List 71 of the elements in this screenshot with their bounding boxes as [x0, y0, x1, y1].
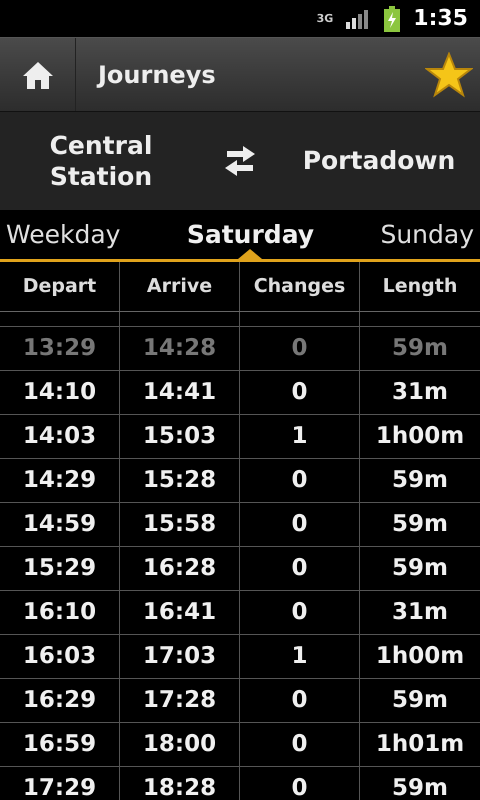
- table-cell-text: 59m: [392, 686, 448, 716]
- table-cell-text: 1h00m: [376, 422, 464, 452]
- table-cell-text: 0: [291, 466, 308, 496]
- table-cell-text: 1h01m: [376, 730, 464, 760]
- table-cell-text: 1: [291, 422, 308, 452]
- journey-row[interactable]: 16:59 18:00 0 1h01m: [0, 723, 480, 767]
- table-cell-text: 15:58: [142, 510, 216, 540]
- table-cell-text: 59m: [392, 774, 448, 800]
- table-cell-text: 0: [291, 686, 308, 716]
- table-cell-text: 1: [291, 642, 308, 672]
- table-cell-text: 59m: [392, 466, 448, 496]
- table-cell-text: 0: [291, 774, 308, 800]
- table-cell-text: 18:28: [142, 774, 216, 800]
- table-cell-text: 59m: [392, 554, 448, 584]
- network-type-label: 3G: [316, 13, 334, 24]
- table-cell-text: 14:59: [22, 510, 96, 540]
- day-tab[interactable]: Weekday: [0, 210, 126, 259]
- table-cell-text: 16:10: [22, 598, 96, 628]
- journey-row[interactable]: 16:29 17:28 0 59m: [0, 679, 480, 723]
- column-header: Length: [382, 274, 458, 300]
- table-cell-text: 0: [291, 554, 308, 584]
- day-tab[interactable]: Sunday: [374, 210, 480, 259]
- table-cell-text: 17:28: [142, 686, 216, 716]
- table-cell-text: 0: [291, 334, 308, 364]
- table-cell-text: 17:03: [142, 642, 216, 672]
- table-cell-text: 16:59: [22, 730, 96, 760]
- table-cell-text: 18:00: [142, 730, 216, 760]
- destination-station: Portadown: [302, 145, 456, 178]
- table-cell-text: 1h00m: [376, 642, 464, 672]
- table-cell-text: 0: [291, 730, 308, 760]
- origin-station: Central Station: [48, 130, 154, 192]
- table-cell-text: 14:10: [22, 378, 96, 408]
- journey-row[interactable]: 14:29 15:28 0 59m: [0, 459, 480, 503]
- table-cell-text: 14:03: [22, 422, 96, 452]
- column-header: Changes: [254, 274, 346, 300]
- table-cell-text: 16:28: [142, 554, 216, 584]
- table-cell-text: 16:29: [22, 686, 96, 716]
- table-cell-text: 59m: [392, 510, 448, 540]
- table-cell-text: 59m: [392, 334, 448, 364]
- table-cell-text: 31m: [392, 598, 448, 628]
- screen-title: Journeys: [98, 60, 217, 90]
- journey-row[interactable]: 14:03 15:03 1 1h00m: [0, 415, 480, 459]
- journey-row[interactable]: 17:29 18:28 0 59m: [0, 767, 480, 800]
- table-cell-text: 14:29: [22, 466, 96, 496]
- swap-arrows-icon: [223, 144, 257, 178]
- table-cell-text: 0: [291, 378, 308, 408]
- journey-row[interactable]: 13:29 14:28 0 59m: [0, 327, 480, 371]
- table-cell-text: 0: [291, 510, 308, 540]
- selected-indicator: [238, 249, 262, 259]
- table-cell-text: 15:28: [142, 466, 216, 496]
- column-header: Depart: [22, 274, 96, 300]
- journey-row[interactable]: 14:10 14:41 0 31m: [0, 371, 480, 415]
- table-cell-text: 13:29: [22, 334, 96, 364]
- column-header: Arrive: [146, 274, 212, 300]
- table-cell-text: 14:41: [142, 378, 216, 408]
- journey-row[interactable]: 16:03 17:03 1 1h00m: [0, 635, 480, 679]
- clock-time: 1:35: [413, 5, 468, 33]
- table-cell-text: 15:03: [142, 422, 216, 452]
- journey-row[interactable]: 15:29 16:28 0 59m: [0, 547, 480, 591]
- home-icon: [20, 60, 54, 90]
- table-cell-text: 0: [291, 598, 308, 628]
- table-cell-text: 15:29: [22, 554, 96, 584]
- journey-row[interactable]: 14:59 15:58 0 59m: [0, 503, 480, 547]
- journey-row[interactable]: 16:10 16:41 0 31m: [0, 591, 480, 635]
- battery-charging-icon: [383, 6, 402, 32]
- table-cell-text: 17:29: [22, 774, 96, 800]
- table-cell-text: 31m: [392, 378, 448, 408]
- table-cell-text: 16:03: [22, 642, 96, 672]
- day-tab[interactable]: Saturday: [180, 210, 320, 259]
- table-cell-text: 14:28: [142, 334, 216, 364]
- table-cell-text: 16:41: [142, 598, 216, 628]
